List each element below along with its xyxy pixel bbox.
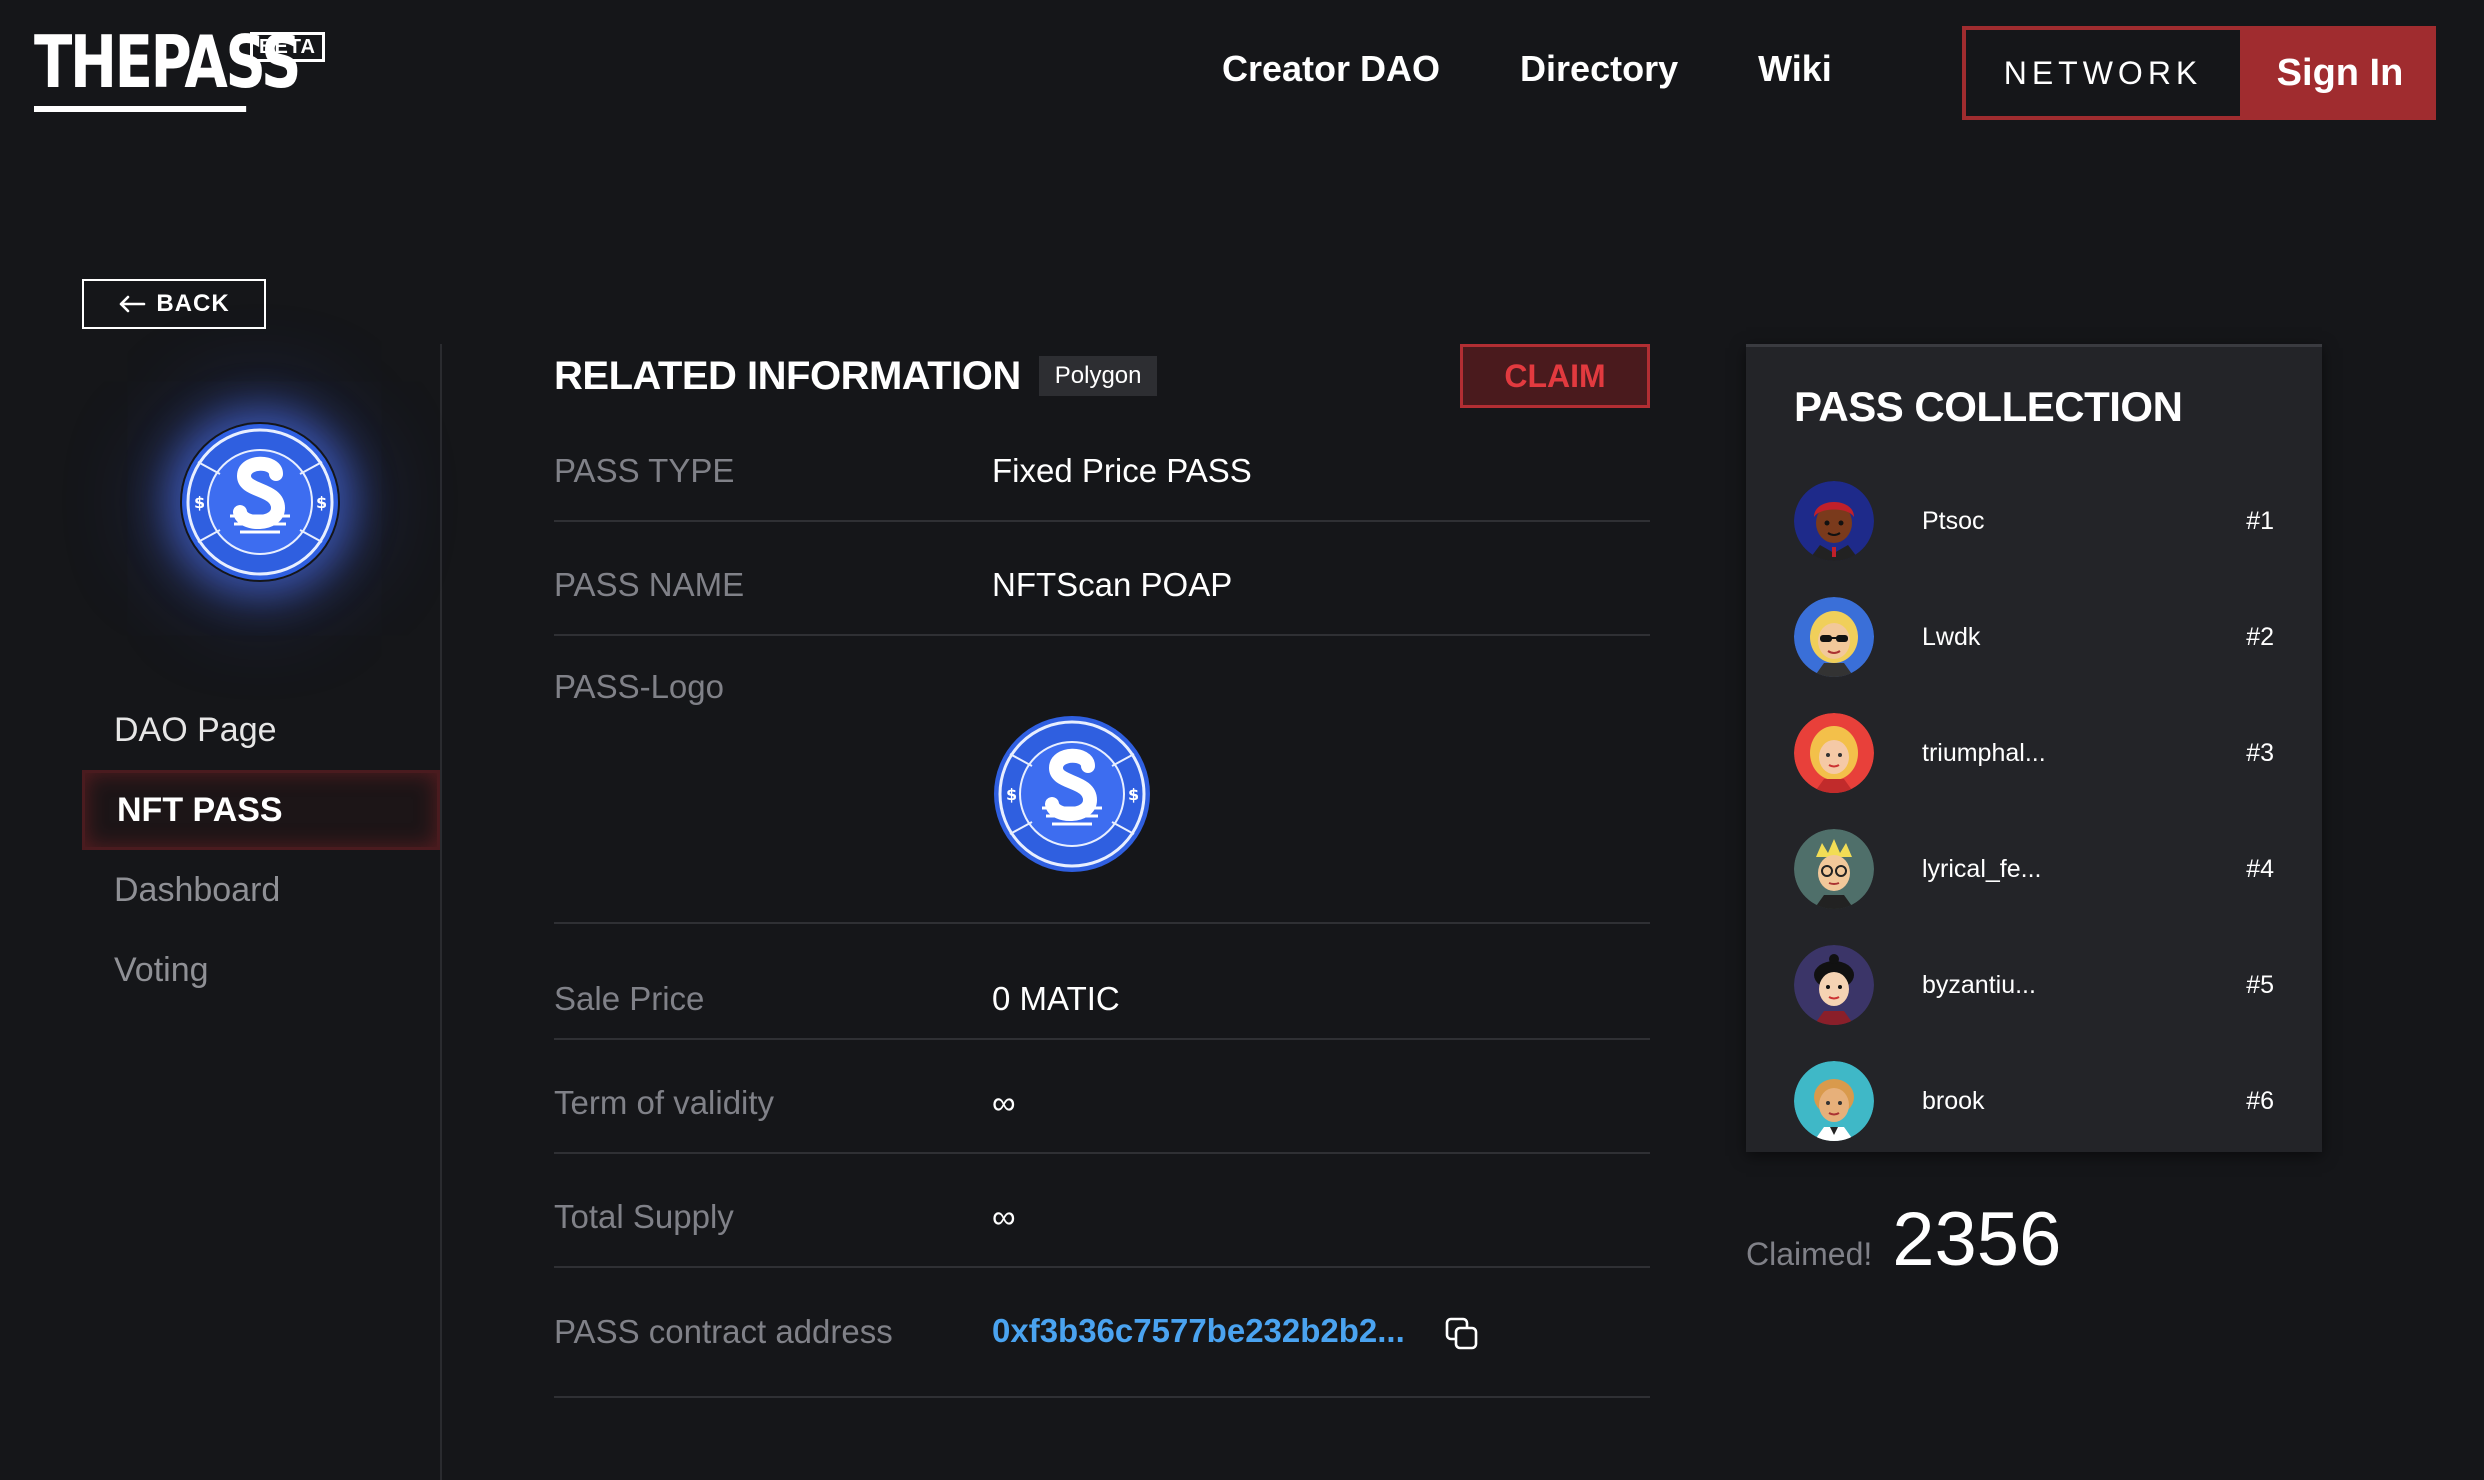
nav-wiki[interactable]: Wiki bbox=[1758, 48, 1832, 90]
collection-item-number: #2 bbox=[2246, 622, 2274, 651]
sidebar-item-dao-page[interactable]: DAO Page bbox=[82, 690, 440, 770]
sidebar-item-voting[interactable]: Voting bbox=[82, 930, 440, 1010]
svg-text:$: $ bbox=[1128, 785, 1139, 804]
term-label: Term of validity bbox=[554, 1084, 775, 1121]
top-nav: Creator DAO Directory Wiki bbox=[1222, 48, 1832, 90]
collection-item-number: #3 bbox=[2246, 738, 2274, 767]
row-pass-logo: PASS-Logo $ $ bbox=[554, 636, 1650, 924]
term-value: ∞ bbox=[992, 1084, 1016, 1121]
claim-button[interactable]: CLAIM bbox=[1460, 344, 1650, 408]
collection-item-number: #1 bbox=[2246, 506, 2274, 535]
collection-list: Ptsoc #1 Lwdk #2 triumphal... #3 lyrical… bbox=[1794, 463, 2274, 1159]
svg-text:$: $ bbox=[1006, 785, 1017, 804]
pass-name-label: PASS NAME bbox=[554, 566, 745, 603]
pass-logo-label: PASS-Logo bbox=[554, 668, 724, 705]
collection-item-name: lyrical_fe... bbox=[1922, 854, 2042, 883]
arrow-left-icon bbox=[120, 295, 146, 313]
svg-text:$: $ bbox=[194, 493, 205, 512]
header-actions: NETWORK Sign In bbox=[1962, 26, 2436, 120]
row-term-of-validity: Term of validity ∞ bbox=[554, 1040, 1650, 1154]
logo-text: THEPASS bbox=[34, 26, 301, 112]
collection-item-number: #6 bbox=[2246, 1086, 2274, 1115]
collection-item[interactable]: Ptsoc #1 bbox=[1794, 463, 2274, 579]
sale-price-label: Sale Price bbox=[554, 980, 705, 1017]
svg-text:$: $ bbox=[316, 493, 327, 512]
claimed-label: Claimed! bbox=[1746, 1236, 1873, 1272]
panel-header: RELATED INFORMATION Polygon CLAIM bbox=[554, 344, 1650, 408]
collection-item-name: Ptsoc bbox=[1922, 506, 1985, 535]
supply-label: Total Supply bbox=[554, 1198, 734, 1235]
avatar-triumphal-icon bbox=[1794, 713, 1874, 793]
row-total-supply: Total Supply ∞ bbox=[554, 1154, 1650, 1268]
beta-badge: BETA bbox=[250, 32, 325, 62]
back-button[interactable]: BACK bbox=[82, 279, 266, 329]
contract-address-link[interactable]: 0xf3b36c7577be232b2b2... bbox=[992, 1312, 1405, 1349]
collection-item[interactable]: byzantiu... #5 bbox=[1794, 927, 2274, 1043]
avatar-lyrical-icon bbox=[1794, 829, 1874, 909]
collection-item[interactable]: triumphal... #3 bbox=[1794, 695, 2274, 811]
panel-title: RELATED INFORMATION bbox=[554, 353, 1021, 398]
pass-type-value: Fixed Price PASS bbox=[992, 452, 1252, 489]
row-contract-address: PASS contract address 0xf3b36c7577be232b… bbox=[554, 1268, 1650, 1398]
nav-creator-dao[interactable]: Creator DAO bbox=[1222, 48, 1440, 90]
row-sale-price: Sale Price 0 MATIC bbox=[554, 924, 1650, 1040]
pass-type-label: PASS TYPE bbox=[554, 452, 735, 489]
row-pass-type: PASS TYPE Fixed Price PASS bbox=[554, 408, 1650, 522]
collection-item-number: #4 bbox=[2246, 854, 2274, 883]
sidebar-menu: DAO Page NFT PASS Dashboard Voting bbox=[82, 690, 440, 1010]
pass-logo-icon: $ $ bbox=[994, 716, 1150, 872]
network-button[interactable]: NETWORK bbox=[1962, 26, 2244, 120]
related-information-panel: RELATED INFORMATION Polygon CLAIM PASS T… bbox=[554, 344, 1650, 1398]
sidebar-divider bbox=[440, 344, 442, 1480]
back-label: BACK bbox=[156, 290, 230, 317]
collection-item[interactable]: brook #6 bbox=[1794, 1043, 2274, 1159]
pass-collection-panel: PASS COLLECTION Ptsoc #1 Lwdk #2 triumph… bbox=[1746, 344, 2322, 1152]
nftscan-logo-icon: $ $ bbox=[182, 424, 338, 580]
collection-item-name: byzantiu... bbox=[1922, 970, 2036, 999]
claimed-counter: Claimed! 2356 bbox=[1746, 1196, 2061, 1283]
avatar-lwdk-icon bbox=[1794, 597, 1874, 677]
copy-icon[interactable] bbox=[1444, 1316, 1480, 1352]
thepass-logo[interactable]: THEPASS BETA bbox=[34, 26, 325, 112]
sidebar-item-nft-pass[interactable]: NFT PASS bbox=[82, 770, 440, 850]
collection-item-number: #5 bbox=[2246, 970, 2274, 999]
contract-label: PASS contract address bbox=[554, 1313, 893, 1350]
supply-value: ∞ bbox=[992, 1198, 1016, 1235]
collection-item-name: brook bbox=[1922, 1086, 1985, 1115]
sale-price-value: 0 MATIC bbox=[992, 980, 1120, 1017]
sidebar-item-dashboard[interactable]: Dashboard bbox=[82, 850, 440, 930]
sign-in-button[interactable]: Sign In bbox=[2244, 26, 2436, 120]
avatar-brook-icon bbox=[1794, 1061, 1874, 1141]
collection-item-name: triumphal... bbox=[1922, 738, 2046, 767]
contract-value-wrap: 0xf3b36c7577be232b2b2... bbox=[992, 1312, 1480, 1351]
chain-badge: Polygon bbox=[1038, 356, 1158, 396]
pass-name-value: NFTScan POAP bbox=[992, 566, 1233, 603]
avatar-ptsoc-icon bbox=[1794, 481, 1874, 561]
collection-item-name: Lwdk bbox=[1922, 622, 1981, 651]
collection-title: PASS COLLECTION bbox=[1794, 383, 2183, 430]
claimed-count: 2356 bbox=[1892, 1197, 2062, 1282]
row-pass-name: PASS NAME NFTScan POAP bbox=[554, 522, 1650, 636]
nav-directory[interactable]: Directory bbox=[1520, 48, 1678, 90]
avatar-byzantiu-icon bbox=[1794, 945, 1874, 1025]
collection-item[interactable]: Lwdk #2 bbox=[1794, 579, 2274, 695]
collection-item[interactable]: lyrical_fe... #4 bbox=[1794, 811, 2274, 927]
